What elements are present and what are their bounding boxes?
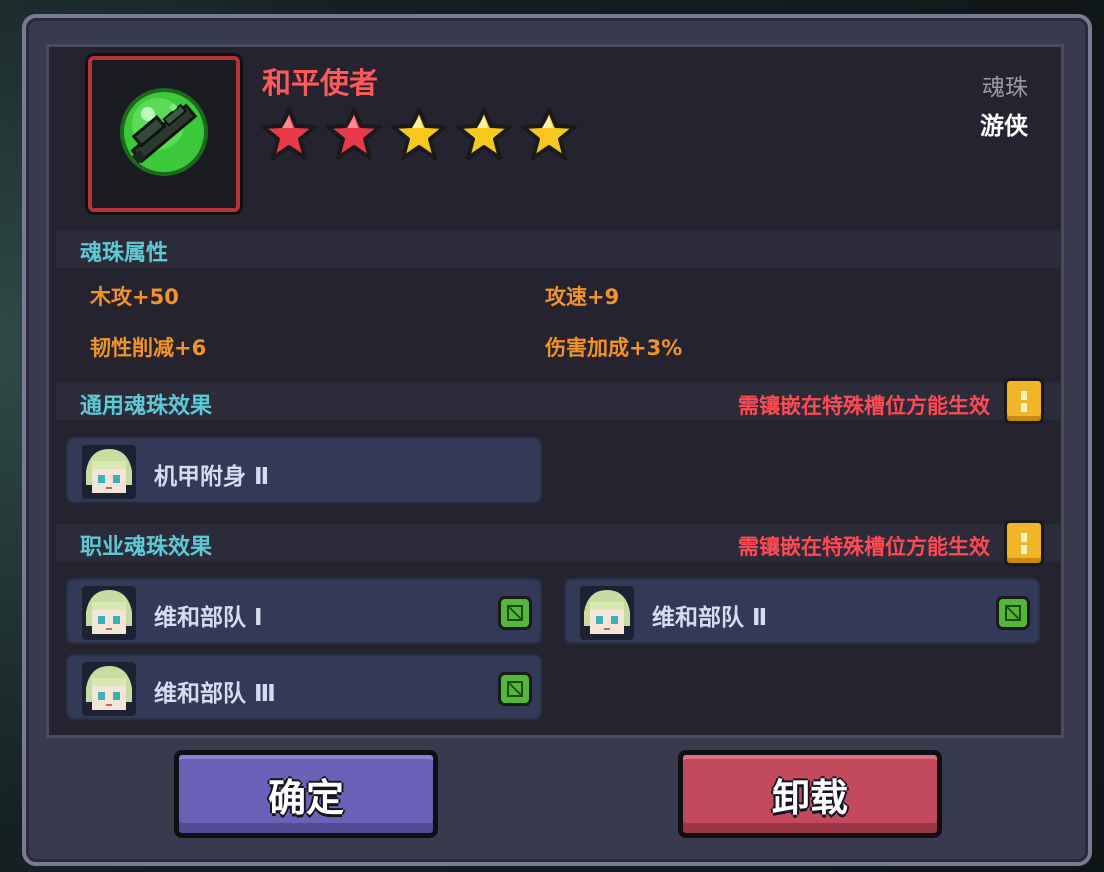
class-effects-title: 职业魂珠效果 <box>80 535 213 560</box>
item-class-label: 游侠 <box>980 112 1028 140</box>
green-gem-icon <box>498 672 532 706</box>
red-star-icon <box>326 107 382 160</box>
gold-star-icon <box>456 107 512 160</box>
star-rating <box>260 106 578 162</box>
attribute-damage-bonus: 伤害加成+3% <box>545 336 683 360</box>
item-type-label: 魂珠 <box>982 75 1028 101</box>
green-gem-icon <box>996 596 1030 630</box>
attribute-attack-speed: 攻速+9 <box>545 285 620 309</box>
gold-star-icon <box>391 107 447 160</box>
class-effect-item[interactable]: 维和部队 Ⅲ <box>66 654 542 720</box>
lock-slot-icon[interactable] <box>1004 378 1044 424</box>
lock-slot-icon[interactable] <box>1004 520 1044 566</box>
general-effect-item[interactable]: 机甲附身 Ⅱ <box>66 437 542 503</box>
general-effects-warning: 需镶嵌在特殊槽位方能生效 <box>738 394 990 418</box>
green-orb-gun-icon <box>120 88 208 176</box>
gold-star-icon <box>521 107 577 160</box>
character-avatar-icon <box>580 586 634 640</box>
green-gem-icon <box>498 596 532 630</box>
character-avatar-icon <box>82 662 136 716</box>
attribute-toughness-reduction: 韧性削减+6 <box>90 336 207 360</box>
class-effects-warning: 需镶嵌在特殊槽位方能生效 <box>738 535 990 559</box>
character-avatar-icon <box>82 586 136 640</box>
effect-label: 维和部队 Ⅰ <box>154 605 263 631</box>
unload-button[interactable]: 卸载 <box>678 750 942 838</box>
general-effects-title: 通用魂珠效果 <box>80 394 213 419</box>
red-star-icon <box>261 107 317 160</box>
attributes-header-bar <box>56 230 1060 268</box>
effect-label: 机甲附身 Ⅱ <box>154 464 270 490</box>
effect-label: 维和部队 Ⅱ <box>652 605 768 631</box>
class-effect-item[interactable]: 维和部队 Ⅰ <box>66 578 542 644</box>
class-effect-item[interactable]: 维和部队 Ⅱ <box>564 578 1040 644</box>
effect-label: 维和部队 Ⅲ <box>154 681 276 707</box>
confirm-button[interactable]: 确定 <box>174 750 438 838</box>
item-name: 和平使者 <box>262 66 379 100</box>
attributes-title: 魂珠属性 <box>80 241 169 266</box>
character-avatar-icon <box>82 445 136 499</box>
attribute-wood-attack: 木攻+50 <box>90 285 179 309</box>
